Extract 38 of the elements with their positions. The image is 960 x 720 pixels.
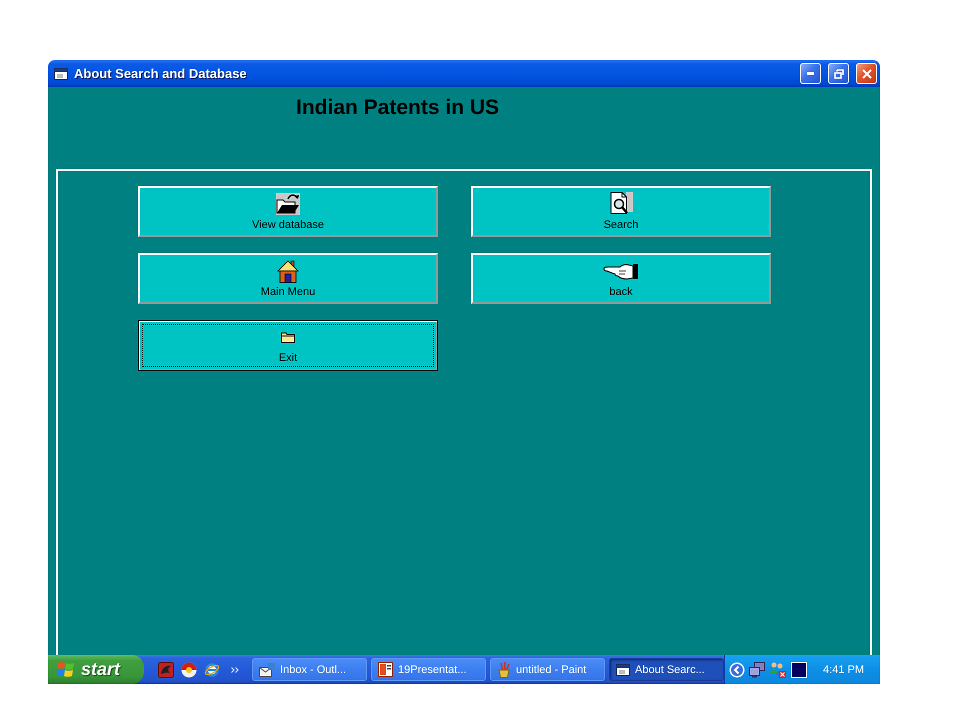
paint-cup-icon xyxy=(497,662,512,678)
search-button[interactable]: Search xyxy=(471,186,771,237)
people-error-icon[interactable] xyxy=(769,662,788,678)
main-menu-button[interactable]: Main Menu xyxy=(138,253,438,304)
inbox-icon xyxy=(259,662,276,676)
disc-icon[interactable] xyxy=(181,662,198,678)
minimize-icon xyxy=(807,72,814,75)
view-database-button[interactable]: View database xyxy=(138,186,438,237)
window-icon xyxy=(616,664,630,676)
open-folder-icon xyxy=(276,193,300,215)
minimize-button[interactable] xyxy=(800,63,821,84)
windows-flag-icon xyxy=(57,661,75,678)
folder-icon xyxy=(281,331,295,343)
square-icon[interactable] xyxy=(791,662,808,678)
exit-button[interactable]: Exit xyxy=(138,320,438,371)
window-icon xyxy=(54,68,68,80)
house-icon xyxy=(277,260,299,282)
network-icon[interactable] xyxy=(749,662,766,678)
creature-tile-icon[interactable] xyxy=(158,662,174,678)
close-button[interactable] xyxy=(856,63,877,84)
taskbar-button[interactable]: About Searc... xyxy=(609,658,724,681)
arrow-circle-icon[interactable] xyxy=(729,662,746,678)
pointing-hand-icon xyxy=(603,262,639,280)
browser-icon[interactable] xyxy=(204,662,220,678)
slides-icon xyxy=(378,662,394,677)
taskbar-button[interactable]: untitled - Paint xyxy=(490,658,606,681)
window-title: About Search and Database xyxy=(74,66,248,81)
restore-icon xyxy=(834,68,844,78)
magnifier-document-icon xyxy=(609,192,633,216)
window-heading: Indian Patents in US xyxy=(296,95,500,120)
back-button[interactable]: back xyxy=(471,253,771,304)
taskbar-button[interactable]: Inbox - Outl... xyxy=(252,658,368,681)
close-icon xyxy=(862,68,872,78)
chevron-icon[interactable] xyxy=(231,666,240,672)
clock-text: 4:41 PM xyxy=(823,664,864,676)
taskbar-button[interactable]: 19Presentat... xyxy=(371,658,486,681)
start-button[interactable]: start xyxy=(48,655,144,684)
restore-button[interactable] xyxy=(828,63,849,84)
